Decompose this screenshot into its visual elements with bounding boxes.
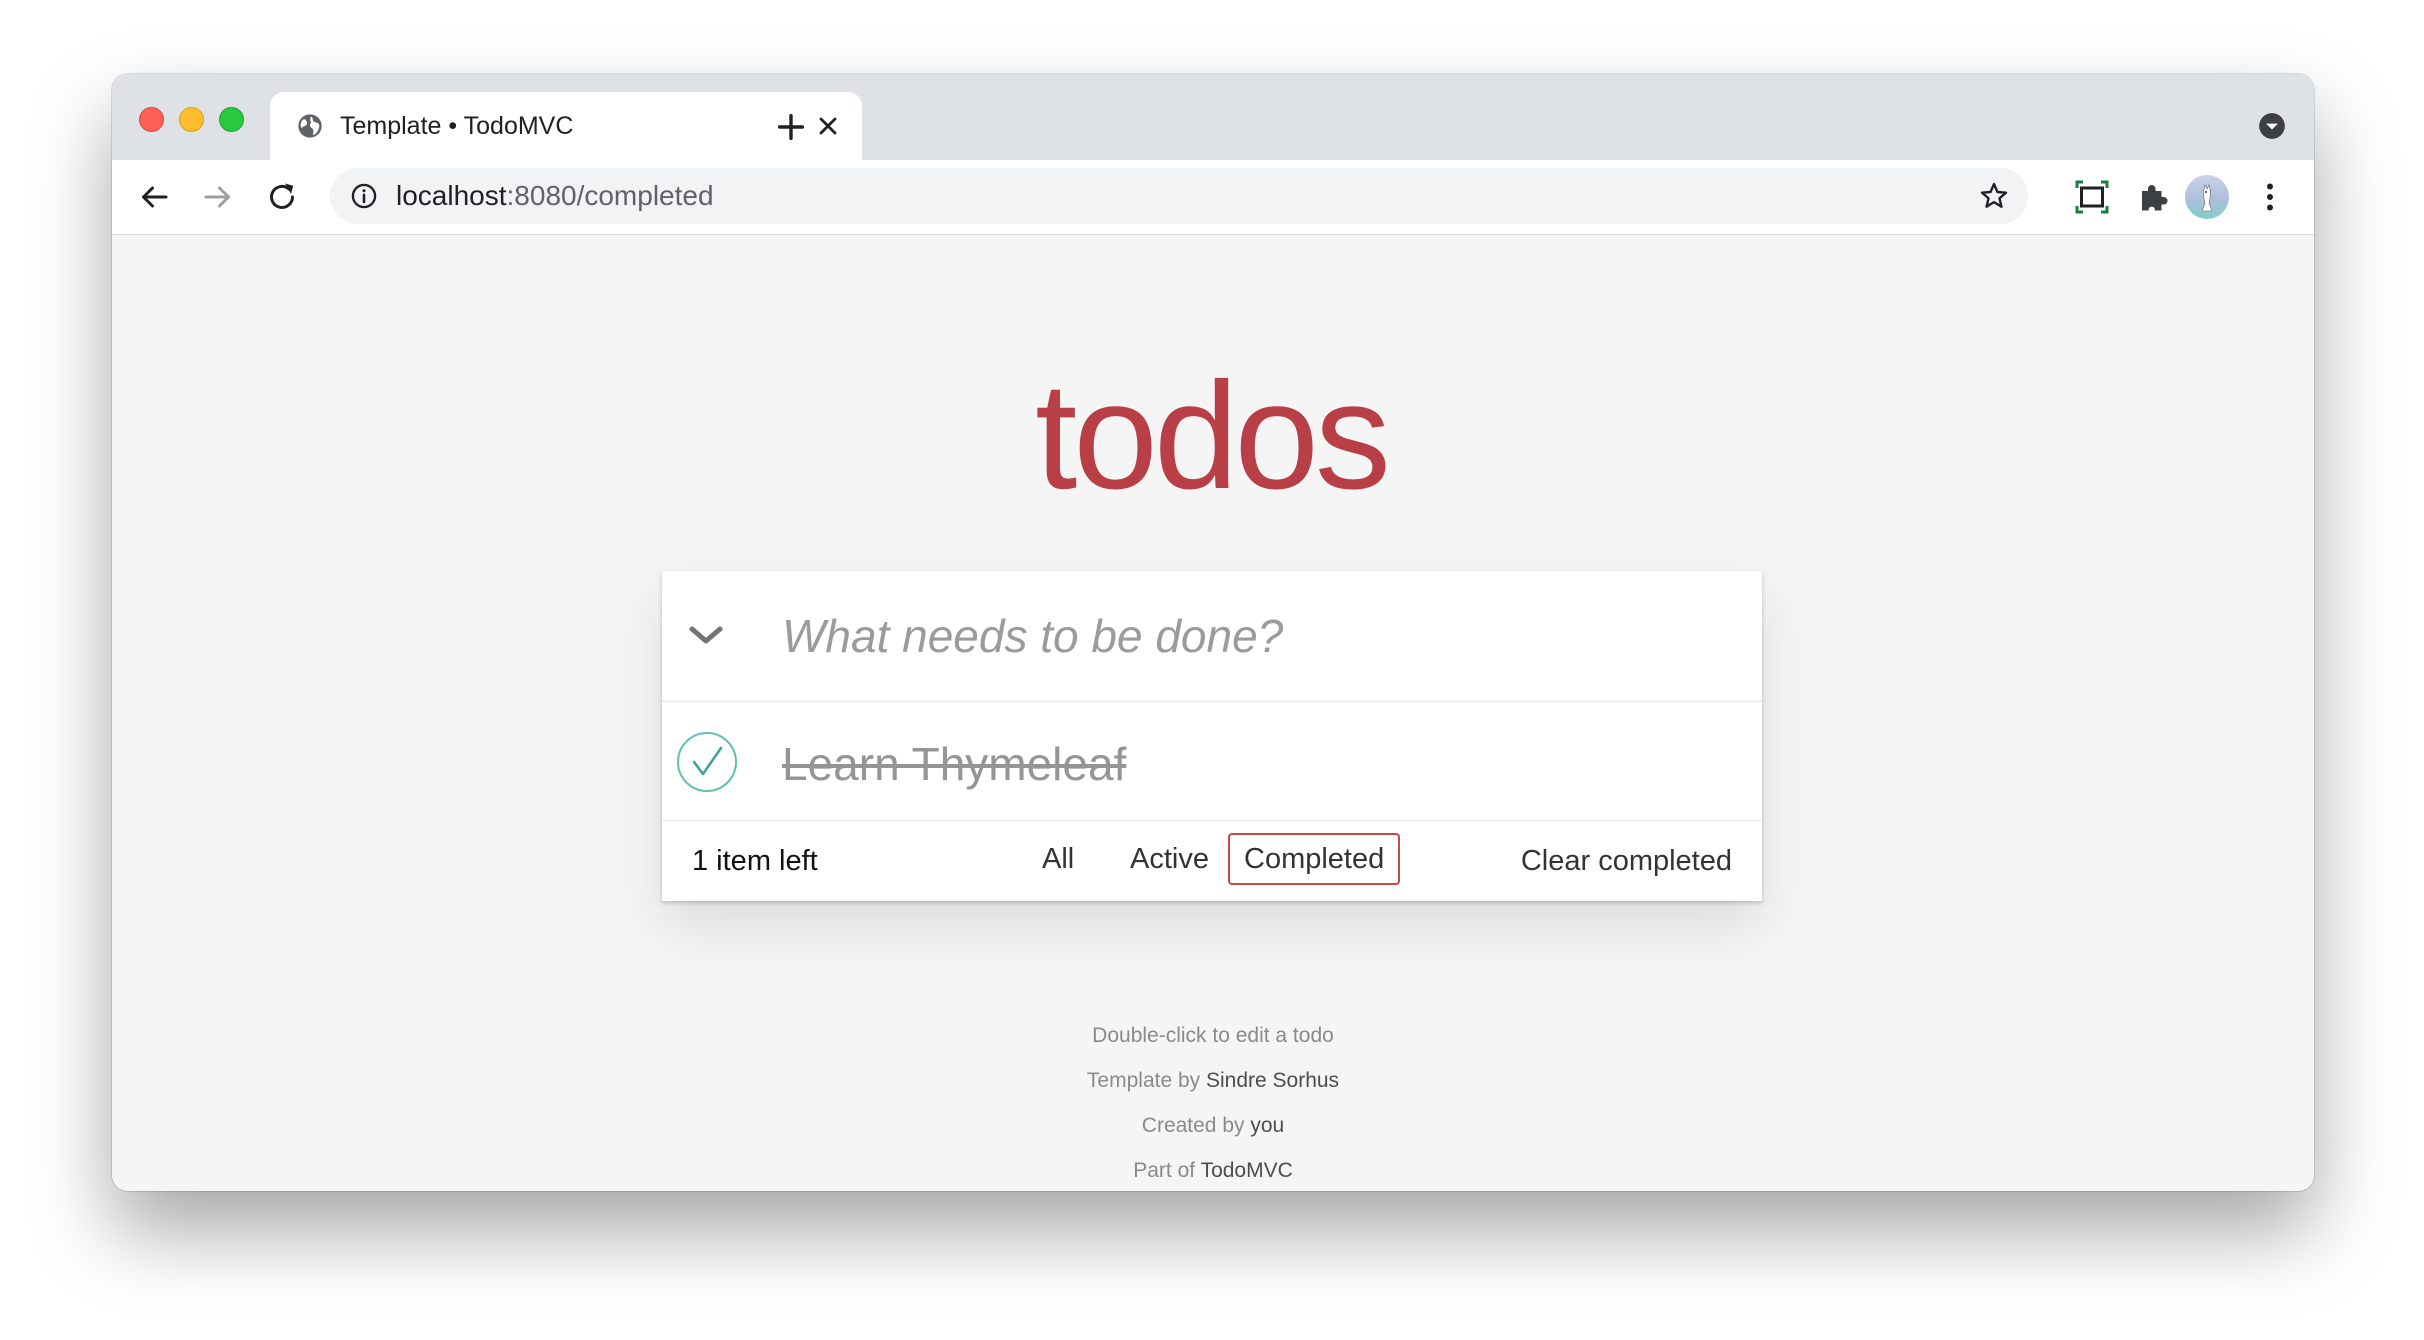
filter-all-link[interactable]: All xyxy=(1026,833,1090,885)
info-part-of: Part of TodoMVC xyxy=(112,1159,2314,1191)
close-window-button[interactable] xyxy=(139,107,164,132)
info-part-prefix: Part of xyxy=(1133,1159,1201,1182)
tab-strip: Template • TodoMVC xyxy=(112,74,2314,160)
info-edit-hint: Double-click to edit a todo xyxy=(1092,1024,1334,1047)
completed-checkbox-icon[interactable] xyxy=(676,731,738,793)
url-path: :8080/completed xyxy=(506,180,714,211)
filter-active-link[interactable]: Active xyxy=(1114,833,1225,885)
info-template-credit: Template by Sindre Sorhus xyxy=(112,1069,2314,1114)
todo-footer: 1 item left All Active Completed Clear c… xyxy=(662,821,1762,901)
new-tab-icon[interactable] xyxy=(774,110,808,144)
info-template-prefix: Template by xyxy=(1086,1069,1206,1092)
close-tab-icon[interactable] xyxy=(814,112,842,140)
filter-completed-link[interactable]: Completed xyxy=(1228,833,1401,885)
back-arrow-icon[interactable] xyxy=(136,179,172,215)
profile-avatar[interactable] xyxy=(2185,175,2229,219)
todo-app: Learn Thymeleaf 1 item left All Active C… xyxy=(662,571,1762,901)
todo-label[interactable]: Learn Thymeleaf xyxy=(782,736,1126,792)
extensions-puzzle-icon[interactable] xyxy=(2136,179,2172,215)
todo-item[interactable]: Learn Thymeleaf xyxy=(662,702,1762,821)
maximize-window-button[interactable] xyxy=(219,107,244,132)
info-created-credit: Created by you xyxy=(112,1114,2314,1159)
tab-title: Template • TodoMVC xyxy=(340,112,574,140)
new-todo-input[interactable] xyxy=(782,605,1732,667)
info-footer: Double-click to edit a todo Template by … xyxy=(112,1024,2314,1191)
url-host: localhost xyxy=(396,180,507,211)
browser-menu-kebab-icon[interactable] xyxy=(2252,179,2288,215)
site-info-icon[interactable] xyxy=(350,182,378,210)
browser-window: Template • TodoMVC localhost:8080/comple… xyxy=(112,74,2314,1191)
bookmark-star-icon[interactable] xyxy=(1978,180,2010,212)
toggle-all-chevron-icon[interactable] xyxy=(688,623,724,649)
minimize-window-button[interactable] xyxy=(179,107,204,132)
screenshot-capture-icon[interactable] xyxy=(2074,179,2110,215)
new-todo-row xyxy=(662,571,1762,702)
tab-search-icon[interactable] xyxy=(2258,112,2286,140)
clear-completed-button[interactable]: Clear completed xyxy=(1521,843,1732,879)
info-created-prefix: Created by xyxy=(1141,1114,1251,1137)
address-bar[interactable]: localhost:8080/completed xyxy=(330,168,2028,224)
sindre-sorhus-link[interactable]: Sindre Sorhus xyxy=(1206,1069,1339,1092)
you-link[interactable]: you xyxy=(1250,1114,1284,1137)
reload-icon[interactable] xyxy=(264,179,300,215)
todomvc-link[interactable]: TodoMVC xyxy=(1201,1159,1293,1182)
globe-icon xyxy=(298,114,322,138)
profile-llama-icon xyxy=(2201,184,2213,212)
app-title: todos xyxy=(1035,351,1391,521)
page-content: todos Learn Thymeleaf 1 item left xyxy=(112,235,2314,1191)
url-text: localhost:8080/completed xyxy=(396,181,714,211)
browser-toolbar: localhost:8080/completed xyxy=(112,160,2314,235)
forward-arrow-icon[interactable] xyxy=(200,179,236,215)
